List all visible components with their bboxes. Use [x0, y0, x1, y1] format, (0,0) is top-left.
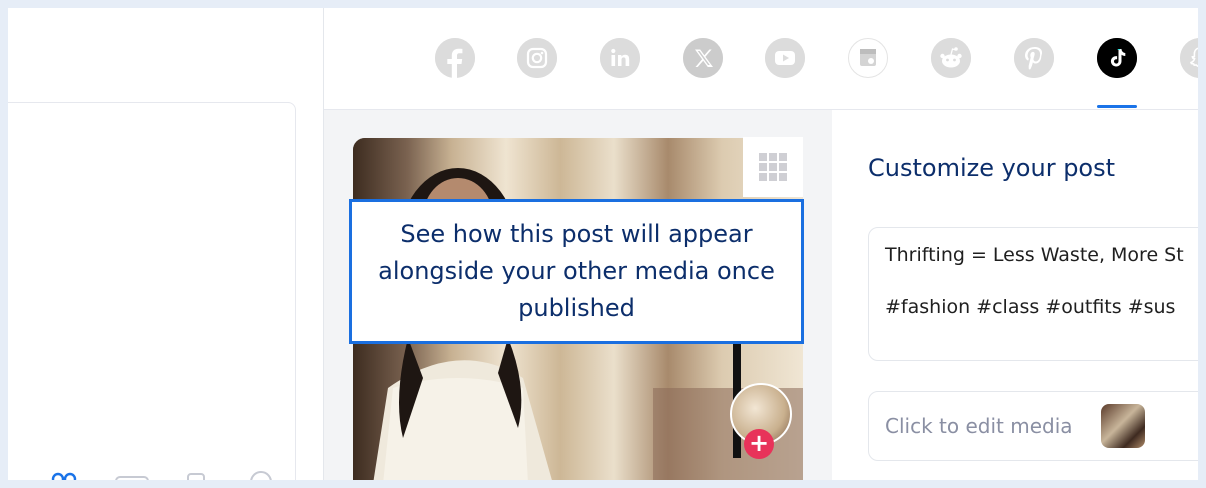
snapchat-icon[interactable] — [1180, 38, 1198, 78]
section-title: Customize your post — [868, 154, 1116, 182]
selected-network-indicator — [1097, 105, 1137, 108]
emoji-icon[interactable] — [50, 470, 78, 480]
instagram-icon[interactable] — [517, 38, 557, 78]
linkedin-icon[interactable] — [600, 38, 640, 78]
caption-text-line: Thrifting = Less Waste, More St — [885, 244, 1184, 266]
left-editor-card — [8, 102, 296, 480]
caption-input[interactable]: Thrifting = Less Waste, More St #fashion… — [868, 227, 1198, 361]
facebook-icon[interactable] — [435, 38, 475, 78]
edit-media-label: Click to edit media — [885, 414, 1073, 438]
reddit-icon[interactable] — [931, 38, 971, 78]
clock-icon[interactable] — [248, 469, 274, 480]
app-frame: + Customize your post Thrifting = Less W… — [8, 8, 1198, 480]
google-business-icon[interactable] — [848, 38, 888, 78]
left-panel — [8, 8, 324, 480]
grid-icon — [759, 153, 787, 181]
tiktok-icon[interactable] — [1097, 38, 1137, 78]
preview-tooltip: See how this post will appear alongside … — [349, 199, 804, 344]
x-icon[interactable] — [683, 38, 723, 78]
grid-view-button[interactable] — [743, 137, 803, 197]
tooltip-text: See how this post will appear alongside … — [378, 220, 775, 322]
add-icon[interactable]: + — [744, 429, 774, 459]
settings-column: Customize your post Thrifting = Less Was… — [832, 110, 1198, 480]
youtube-icon[interactable] — [765, 38, 805, 78]
tag-icon[interactable] — [186, 470, 210, 480]
media-thumbnail[interactable] — [1101, 404, 1145, 448]
edit-media-button[interactable]: Click to edit media — [868, 391, 1198, 461]
camera-icon[interactable] — [114, 471, 150, 480]
caption-hashtags: #fashion #class #outfits #sus — [885, 296, 1176, 318]
network-selector-bar — [324, 8, 1198, 110]
pinterest-icon[interactable] — [1014, 38, 1054, 78]
